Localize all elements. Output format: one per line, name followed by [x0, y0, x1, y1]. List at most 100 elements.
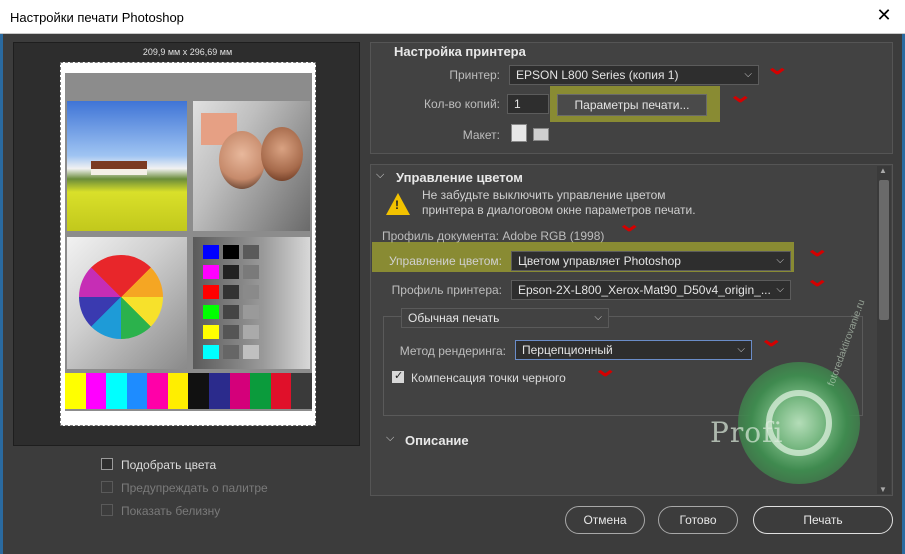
annotation-arrow-icon: ⌄ — [592, 356, 619, 381]
color-bar-segment — [270, 373, 292, 409]
color-chip — [243, 265, 259, 279]
layout-label: Макет: — [462, 128, 500, 142]
gamut-warning-label: Предупреждать о палитре — [121, 481, 268, 495]
copies-label: Кол-во копий: — [424, 97, 500, 111]
color-bar-segment — [167, 373, 189, 409]
scrollbar[interactable]: ▲ ▼ — [877, 166, 891, 494]
portrait-layout-icon[interactable] — [511, 124, 527, 142]
black-point-checkbox[interactable] — [392, 369, 404, 383]
warning-line-1: Не забудьте выключить управление цветом — [422, 188, 666, 202]
scroll-up-icon[interactable]: ▲ — [879, 166, 887, 175]
color-bar-segment — [65, 373, 86, 409]
warning-icon-mark: ! — [395, 198, 399, 212]
printer-value: EPSON L800 Series (копия 1) — [516, 68, 679, 82]
color-handling-label: Управление цветом: — [388, 254, 502, 268]
color-management-heading: Управление цветом — [396, 170, 523, 185]
color-bar-segment — [250, 373, 271, 409]
color-bar-segment — [85, 373, 107, 409]
scrollbar-thumb[interactable] — [879, 180, 889, 320]
color-chart-photo — [193, 237, 310, 369]
landscape-layout-icon[interactable] — [533, 128, 549, 141]
print-preview: 209,9 мм x 296,69 мм — [13, 42, 360, 446]
done-button[interactable]: Готово — [658, 506, 738, 534]
show-paper-white-checkbox[interactable] — [101, 504, 113, 516]
annotation-arrow-icon: ⌄ — [727, 82, 754, 107]
match-colors-label: Подобрать цвета — [121, 458, 217, 472]
annotation-arrow-icon: ⌄ — [616, 211, 643, 236]
scroll-down-icon[interactable]: ▼ — [879, 485, 887, 494]
gamut-warning-checkbox[interactable] — [101, 481, 113, 493]
print-button[interactable]: Печать — [753, 506, 893, 534]
face-left — [219, 131, 265, 189]
color-chip — [223, 245, 239, 259]
document-profile: Профиль документа: Adobe RGB (1998) — [382, 229, 605, 243]
color-bar-segment — [126, 373, 148, 409]
print-mode-select[interactable]: Обычная печать ⌵ — [401, 308, 609, 328]
face-right — [261, 127, 303, 181]
color-chip — [203, 305, 219, 319]
annotation-arrow-icon: ⌄ — [764, 54, 791, 79]
color-handling-select[interactable]: Цветом управляет Photoshop ⌵ — [511, 251, 791, 271]
color-chip — [243, 325, 259, 339]
window-edge-left — [0, 34, 3, 554]
expand-chevron-icon[interactable]: ⌵ — [386, 432, 394, 445]
house-shape — [91, 161, 147, 175]
annotation-arrow-icon: ⌄ — [804, 236, 831, 261]
description-heading: Описание — [405, 433, 469, 448]
printer-profile-label: Профиль принтера: — [391, 283, 502, 297]
color-bar-segment — [106, 373, 127, 409]
color-chip — [223, 265, 239, 279]
color-chip — [203, 245, 219, 259]
rendering-intent-label: Метод рендеринга: — [399, 344, 506, 358]
color-chip — [223, 345, 239, 359]
color-chip — [243, 345, 259, 359]
print-settings-button[interactable]: Параметры печати... — [557, 94, 707, 116]
color-bar-segment — [188, 373, 210, 409]
chevron-down-icon: ⌵ — [594, 312, 602, 323]
preview-image — [65, 73, 312, 411]
chevron-down-icon: ⌵ — [737, 344, 745, 355]
match-colors-checkbox[interactable] — [101, 458, 113, 470]
pinwheel-photo — [67, 237, 187, 369]
printer-select[interactable]: EPSON L800 Series (копия 1) ⌵ — [509, 65, 759, 85]
printer-label: Принтер: — [449, 68, 500, 82]
color-handling-value: Цветом управляет Photoshop — [518, 254, 681, 268]
print-mode-value: Обычная печать — [408, 311, 500, 325]
color-chip — [203, 345, 219, 359]
paper-sheet — [60, 62, 316, 426]
color-chip — [223, 325, 239, 339]
printer-profile-value: Epson-2X-L800_Xerox-Mat90_D50v4_origin_.… — [518, 283, 771, 297]
collapse-chevron-icon[interactable]: ⌵ — [376, 169, 384, 182]
printer-profile-select[interactable]: Epson-2X-L800_Xerox-Mat90_D50v4_origin_.… — [511, 280, 791, 300]
color-chip — [203, 285, 219, 299]
color-bar-segment — [209, 373, 230, 409]
color-chip — [243, 245, 259, 259]
cancel-button[interactable]: Отмена — [565, 506, 645, 534]
chevron-down-icon: ⌵ — [776, 284, 784, 295]
printer-setup-heading: Настройка принтера — [394, 44, 526, 59]
color-bar-segment — [147, 373, 168, 409]
portrait-photo — [193, 101, 310, 231]
title-bar: Настройки печати Photoshop ✕ — [0, 0, 905, 34]
color-bar-segment — [291, 373, 312, 409]
color-chip — [243, 305, 259, 319]
warning-line-2: принтера в диалоговом окне параметров пе… — [422, 203, 696, 217]
color-chip — [203, 265, 219, 279]
color-bar — [65, 373, 312, 409]
annotation-arrow-icon: ⌄ — [804, 266, 831, 291]
rendering-intent-select[interactable]: Перцепционный ⌵ — [515, 340, 752, 360]
color-chip — [203, 325, 219, 339]
color-chip — [223, 305, 239, 319]
color-chip — [223, 285, 239, 299]
color-chip — [243, 285, 259, 299]
annotation-arrow-icon: ⌄ — [758, 326, 785, 351]
watermark-text: Profi — [710, 416, 784, 449]
color-bar-segment — [229, 373, 251, 409]
rendering-intent-value: Перцепционный — [522, 343, 613, 357]
landscape-photo — [67, 101, 187, 231]
chevron-down-icon: ⌵ — [776, 255, 784, 266]
pinwheel-shape — [79, 255, 163, 339]
close-icon[interactable]: ✕ — [873, 5, 895, 26]
black-point-label: Компенсация точки черного — [411, 371, 566, 385]
copies-input[interactable]: 1 — [507, 94, 549, 114]
